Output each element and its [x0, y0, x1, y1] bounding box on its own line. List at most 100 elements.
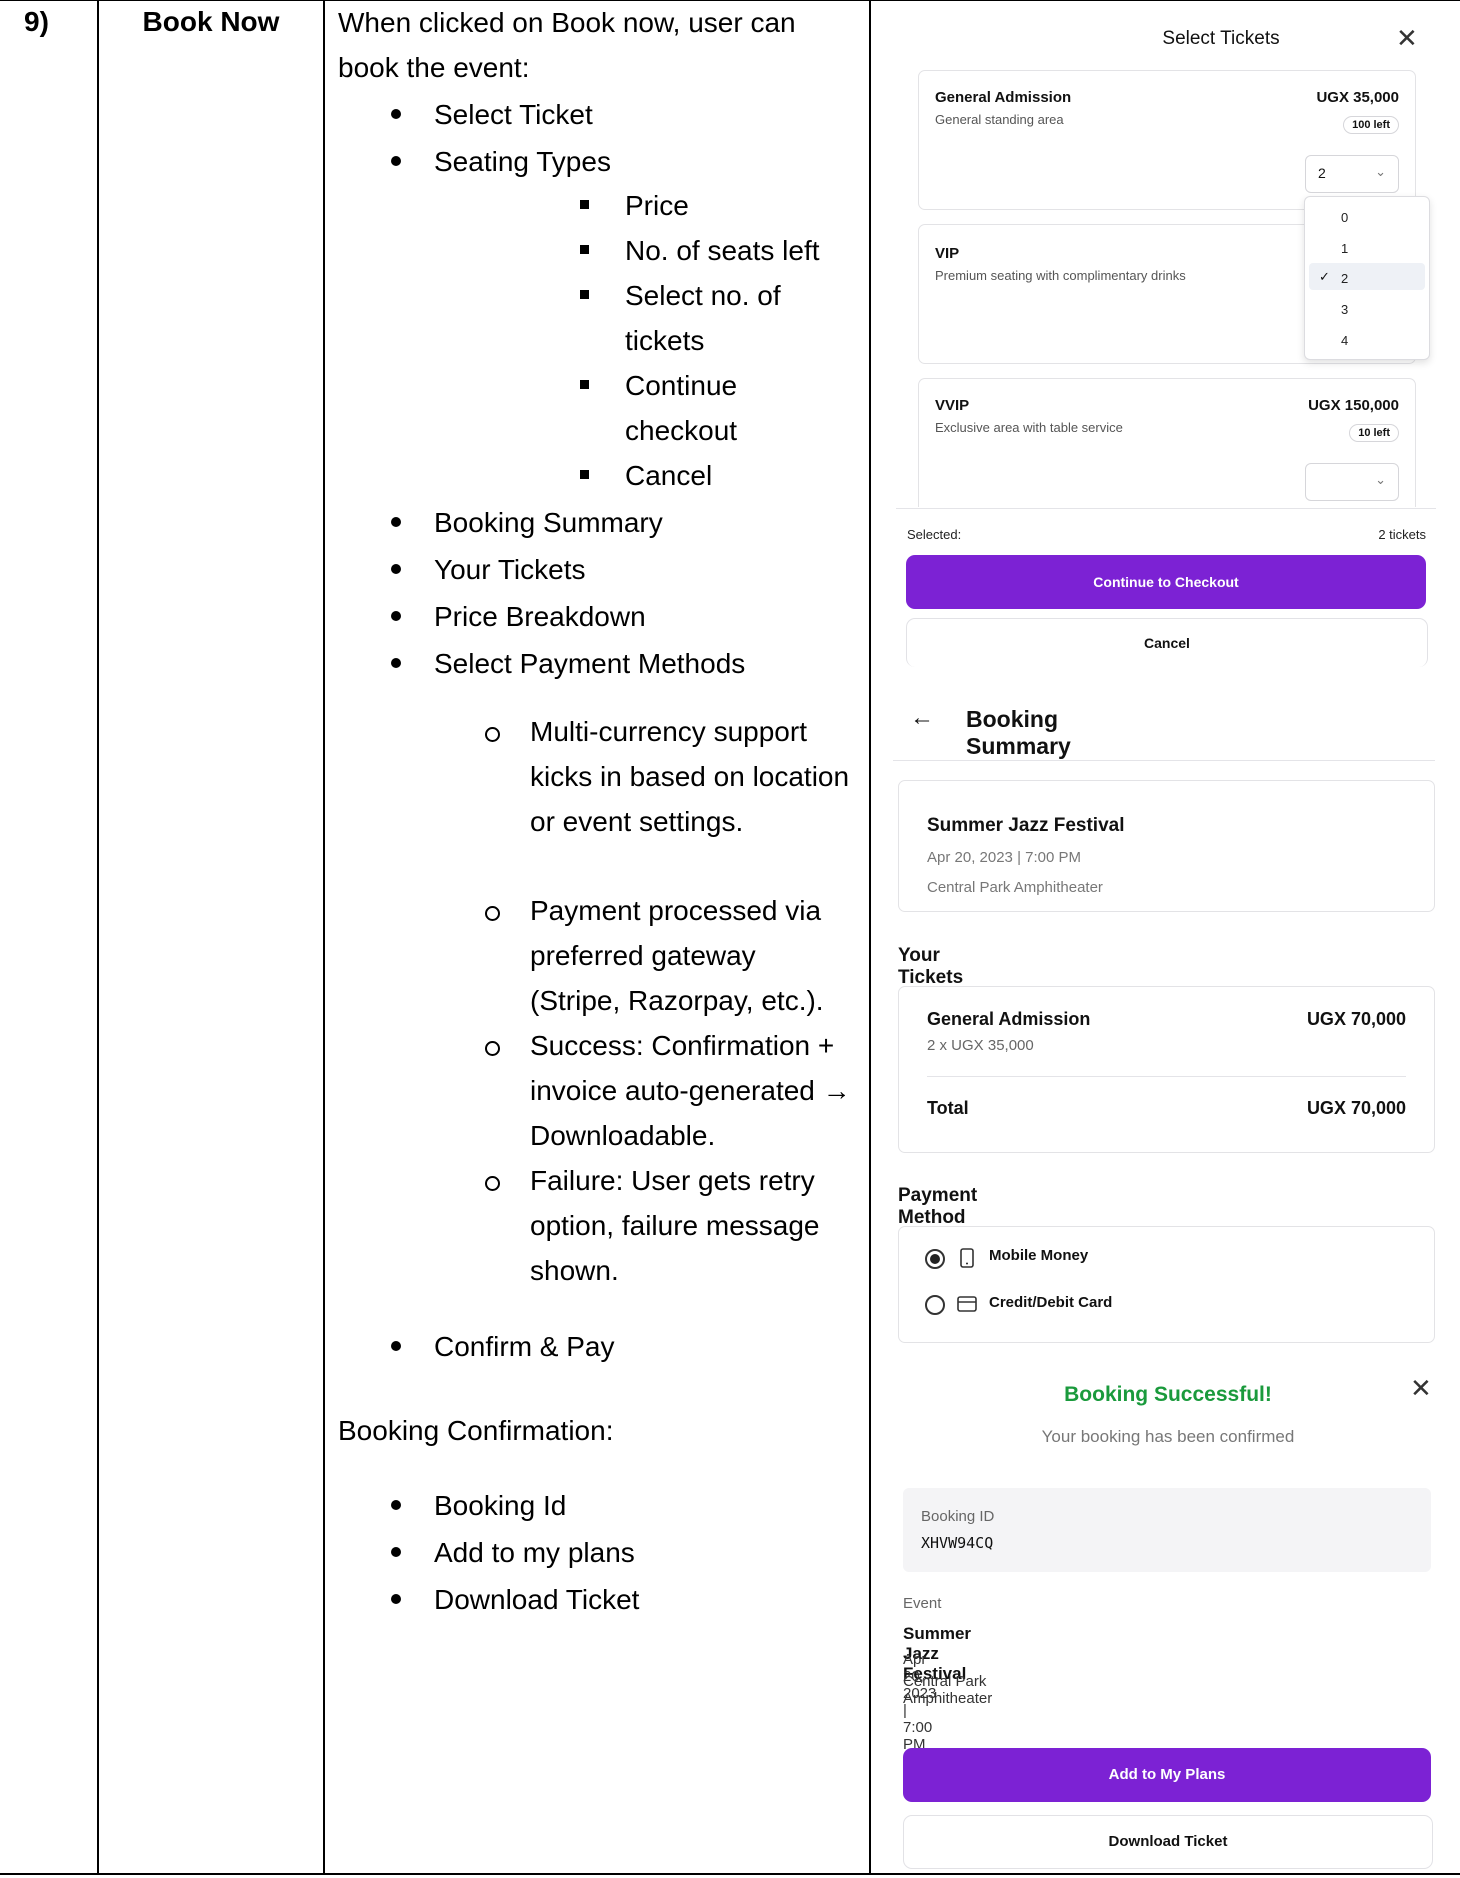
bullet-circle	[485, 727, 500, 742]
payment-heading: Payment Method	[898, 1185, 978, 1228]
bullet-confirm-pay: Confirm & Pay	[434, 1331, 615, 1362]
qty-option[interactable]: 2	[1341, 271, 1348, 286]
qty-select[interactable]: 2 ⌄	[1305, 155, 1399, 193]
payment-option-label: Credit/Debit Card	[989, 1294, 1113, 1311]
subitem-select-tickets: Select no. of tickets	[625, 280, 781, 356]
bullet-select-ticket: Select Ticket	[434, 99, 593, 130]
success-title: Booking Successful!	[1064, 1383, 1272, 1406]
confirm-booking-id: Booking Id	[434, 1490, 567, 1521]
total-label: Total	[927, 1098, 969, 1118]
feature-name: Book Now	[142, 6, 280, 37]
bullet-booking-summary: Booking Summary	[434, 507, 663, 538]
qty-option[interactable]: 0	[1341, 210, 1348, 225]
add-to-plans-button[interactable]: Add to My Plans	[903, 1748, 1431, 1802]
column-divider	[869, 0, 871, 1874]
selected-label: Selected:	[907, 527, 962, 542]
ticket-name: VIP	[935, 245, 960, 262]
ticket-price: UGX 35,000	[1316, 89, 1399, 106]
seats-left-badge: 100 left	[1343, 116, 1399, 134]
payment-multicurrency: Multi-currency support kicks in based on…	[530, 716, 850, 837]
total-value: UGX 70,000	[1306, 1098, 1406, 1118]
bullet-dot	[391, 1547, 401, 1557]
seats-left-badge: 10 left	[1349, 424, 1399, 442]
subitem-cancel: Cancel	[625, 460, 713, 491]
radio-mobile-money[interactable]	[925, 1249, 945, 1269]
confirmation-heading: Booking Confirmation:	[338, 1415, 614, 1446]
ticket-price: UGX 150,000	[1308, 397, 1399, 414]
header-divider	[893, 760, 1435, 761]
chevron-down-icon: ⌄	[1375, 164, 1386, 179]
event-venue: Central Park Amphitheater	[903, 1673, 993, 1707]
ticket-name: General Admission	[935, 89, 1072, 106]
close-icon[interactable]: ✕	[1410, 1375, 1432, 1401]
continue-checkout-button[interactable]: Continue to Checkout	[906, 555, 1426, 609]
bullet-square	[580, 470, 589, 479]
your-tickets-heading: Your Tickets	[898, 945, 964, 988]
back-arrow-icon[interactable]: ←	[910, 704, 934, 732]
payment-card: Mobile Money Credit/Debit Card	[898, 1226, 1435, 1343]
card-icon	[957, 1296, 977, 1312]
event-label: Event	[903, 1595, 942, 1612]
subitem-seats-left: No. of seats left	[625, 235, 820, 266]
row-number: 9)	[24, 6, 49, 37]
table-bottom-border	[0, 1873, 1460, 1875]
close-icon[interactable]: ✕	[1396, 25, 1418, 51]
selected-value: 2 tickets	[1378, 527, 1426, 542]
ticket-desc: General standing area	[935, 112, 1064, 127]
qty-option[interactable]: 3	[1341, 302, 1348, 317]
event-card: Summer Jazz Festival Apr 20, 2023 | 7:00…	[898, 780, 1435, 912]
confirm-add-plans: Add to my plans	[434, 1537, 635, 1568]
subitem-price: Price	[625, 190, 689, 221]
bullet-circle	[485, 1176, 500, 1191]
qty-dropdown[interactable]: 0 1 ✓ 2 3 4	[1304, 196, 1430, 360]
bullet-square	[580, 290, 589, 299]
divider	[927, 1076, 1406, 1077]
radio-card[interactable]	[925, 1295, 945, 1315]
modal-title: Select Tickets	[1162, 28, 1280, 49]
column-divider	[323, 0, 325, 1874]
bullet-dot	[391, 156, 401, 166]
bullet-select-payment: Select Payment Methods	[434, 648, 746, 679]
qty-select[interactable]: ⌄	[1305, 463, 1399, 501]
line-item-amount: UGX 70,000	[1306, 1009, 1406, 1029]
bullet-price-breakdown: Price Breakdown	[434, 601, 646, 632]
confirm-download: Download Ticket	[434, 1584, 640, 1615]
ticket-card-vvip[interactable]: VVIP Exclusive area with table service U…	[918, 378, 1416, 507]
bullet-dot	[391, 109, 401, 119]
bullet-dot	[391, 1500, 401, 1510]
bullet-dot	[391, 658, 401, 668]
bullet-your-tickets: Your Tickets	[434, 554, 586, 585]
subitem-continue-checkout: Continue checkout	[625, 370, 738, 446]
bullet-dot	[391, 1341, 401, 1351]
ticket-card-general[interactable]: General Admission General standing area …	[918, 70, 1416, 210]
booking-id-value: XHVW94CQ	[921, 1534, 994, 1552]
payment-success: Success: Confirmation + invoice auto-gen…	[530, 1030, 851, 1151]
success-subtitle: Your booking has been confirmed	[1041, 1427, 1295, 1446]
ticket-desc: Exclusive area with table service	[935, 420, 1123, 435]
line-item-name: General Admission	[927, 1009, 1091, 1029]
qty-option[interactable]: 4	[1341, 333, 1348, 348]
intro-text: When clicked on Book now, user can book …	[338, 7, 796, 83]
payment-failure: Failure: User gets retry option, failure…	[530, 1165, 820, 1286]
tickets-card: General Admission 2 x UGX 35,000 UGX 70,…	[898, 986, 1435, 1153]
line-item-detail: 2 x UGX 35,000	[927, 1037, 1034, 1054]
payment-option-label: Mobile Money	[989, 1247, 1089, 1264]
qty-option[interactable]: 1	[1341, 241, 1348, 256]
download-ticket-button[interactable]: Download Ticket	[903, 1815, 1433, 1869]
column-divider	[97, 0, 99, 1874]
description-intro: When clicked on Book now, user can book …	[338, 0, 868, 90]
cancel-button[interactable]: Cancel	[906, 618, 1428, 667]
bullet-dot	[391, 611, 401, 621]
check-icon: ✓	[1319, 269, 1330, 284]
ticket-name: VVIP	[935, 397, 970, 414]
bullet-dot	[391, 564, 401, 574]
bullet-circle	[485, 906, 500, 921]
bullet-square	[580, 200, 589, 209]
chevron-down-icon: ⌄	[1375, 472, 1386, 487]
ticket-desc: Premium seating with complimentary drink…	[935, 268, 1186, 283]
booking-id-box: Booking ID XHVW94CQ	[903, 1488, 1431, 1572]
screen-title: Booking Summary	[966, 706, 1071, 759]
bullet-seating-types: Seating Types	[434, 146, 611, 177]
payment-gateway: Payment processed via preferred gateway …	[530, 895, 824, 1016]
bullet-dot	[391, 517, 401, 527]
